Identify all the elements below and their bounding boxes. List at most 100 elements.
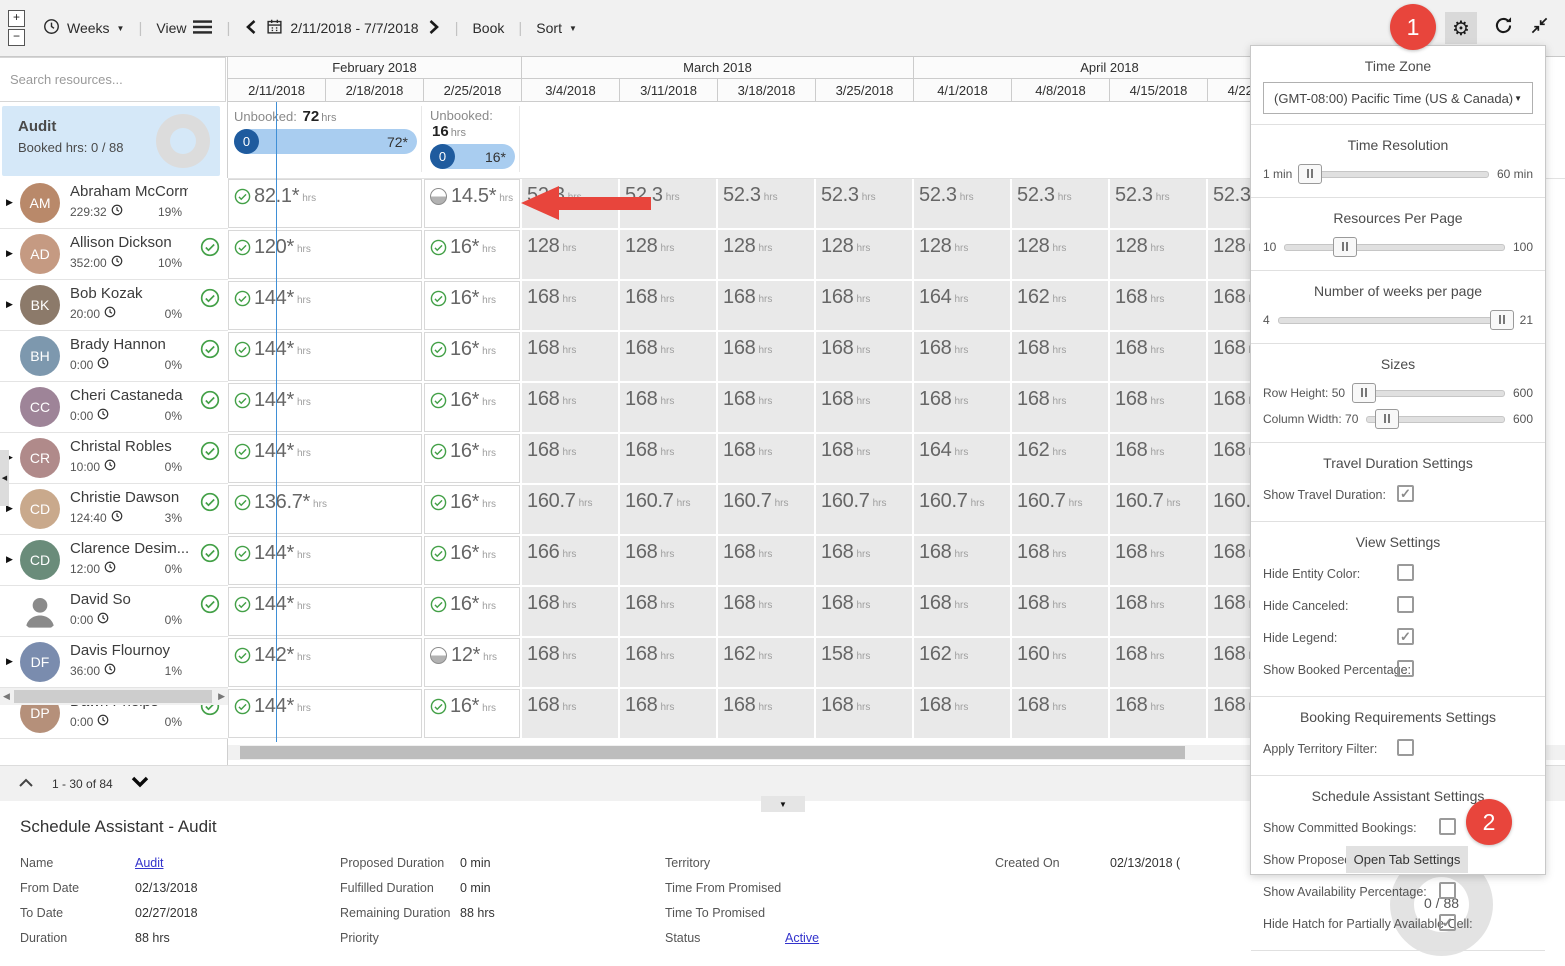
- availability-cell[interactable]: 168hrs: [620, 689, 716, 738]
- search-range-cell[interactable]: 144*hrs: [228, 587, 422, 636]
- availability-cell[interactable]: 160.7hrs: [522, 485, 618, 534]
- search-range-cell[interactable]: 16*hrs: [424, 536, 520, 585]
- availability-cell[interactable]: 168hrs: [1012, 587, 1108, 636]
- availability-cell[interactable]: 168hrs: [1110, 587, 1206, 636]
- sort-button[interactable]: Sort ▼: [532, 14, 581, 42]
- availability-cell[interactable]: 160hrs: [1012, 638, 1108, 687]
- checkbox[interactable]: [1439, 882, 1456, 899]
- availability-cell[interactable]: 168hrs: [1110, 332, 1206, 381]
- availability-cell[interactable]: 168hrs: [522, 383, 618, 432]
- search-range-cell[interactable]: 136.7*hrs: [228, 485, 422, 534]
- availability-cell[interactable]: 168hrs: [914, 383, 1010, 432]
- search-input[interactable]: [0, 57, 226, 102]
- scale-selector[interactable]: Weeks ▼: [39, 12, 128, 44]
- availability-cell[interactable]: 168hrs: [522, 434, 618, 483]
- availability-cell[interactable]: 168hrs: [1012, 536, 1108, 585]
- slider[interactable]: [1278, 317, 1512, 324]
- expand-arrow-icon[interactable]: ▶: [6, 554, 13, 565]
- availability-cell[interactable]: 162hrs: [1012, 434, 1108, 483]
- availability-cell[interactable]: 168hrs: [1110, 536, 1206, 585]
- search-range-cell[interactable]: 12*hrs: [424, 638, 520, 687]
- availability-cell[interactable]: 128hrs: [914, 230, 1010, 279]
- availability-cell[interactable]: 160.7hrs: [620, 485, 716, 534]
- open-tab-settings-button[interactable]: Open Tab Settings: [1346, 846, 1468, 873]
- availability-cell[interactable]: 168hrs: [816, 536, 912, 585]
- availability-cell[interactable]: 168hrs: [1110, 434, 1206, 483]
- search-range-cell[interactable]: 16*hrs: [424, 383, 520, 432]
- search-range-cell[interactable]: 14.5*hrs: [424, 179, 520, 228]
- availability-cell[interactable]: 168hrs: [620, 638, 716, 687]
- availability-cell[interactable]: 168hrs: [914, 332, 1010, 381]
- availability-cell[interactable]: 160.7hrs: [1012, 485, 1108, 534]
- checkbox[interactable]: [1397, 564, 1414, 581]
- unbooked-pill[interactable]: 072*: [234, 129, 417, 154]
- settings-gear-button[interactable]: ⚙: [1445, 12, 1477, 44]
- availability-cell[interactable]: 168hrs: [1110, 383, 1206, 432]
- availability-cell[interactable]: 160.7hrs: [718, 485, 814, 534]
- zoom-in-button[interactable]: +: [8, 10, 25, 27]
- availability-cell[interactable]: 128hrs: [522, 230, 618, 279]
- checkbox[interactable]: [1439, 818, 1456, 835]
- resource-row[interactable]: ▶CDChristie Dawson124:403%: [0, 484, 228, 535]
- availability-cell[interactable]: 168hrs: [718, 383, 814, 432]
- week-header-cell[interactable]: 4/8/2018: [1012, 79, 1110, 102]
- availability-cell[interactable]: 168hrs: [816, 383, 912, 432]
- availability-cell[interactable]: 168hrs: [522, 689, 618, 738]
- week-header-cell[interactable]: 2/18/2018: [326, 79, 424, 102]
- search-range-cell[interactable]: 16*hrs: [424, 230, 520, 279]
- availability-cell[interactable]: 168hrs: [816, 434, 912, 483]
- book-button[interactable]: Book: [468, 14, 508, 42]
- availability-cell[interactable]: 168hrs: [718, 536, 814, 585]
- slider[interactable]: [1353, 390, 1505, 397]
- availability-cell[interactable]: 52.3hrs: [1110, 179, 1206, 228]
- resource-row[interactable]: ▶CDClarence Desim...12:000%: [0, 535, 228, 586]
- availability-cell[interactable]: 168hrs: [816, 587, 912, 636]
- resource-row[interactable]: David So0:000%: [0, 586, 228, 637]
- availability-cell[interactable]: 168hrs: [620, 434, 716, 483]
- search-range-cell[interactable]: 144*hrs: [228, 536, 422, 585]
- expand-arrow-icon[interactable]: ▶: [6, 299, 13, 310]
- view-selector[interactable]: View: [152, 13, 216, 44]
- scrollbar-thumb[interactable]: [240, 746, 1185, 759]
- next-range-button[interactable]: [423, 13, 445, 44]
- slider[interactable]: [1284, 244, 1505, 251]
- availability-cell[interactable]: 168hrs: [816, 332, 912, 381]
- slider[interactable]: [1366, 416, 1505, 423]
- availability-cell[interactable]: 52.3hrs: [816, 179, 912, 228]
- search-range-cell[interactable]: 144*hrs: [228, 689, 422, 738]
- availability-cell[interactable]: 168hrs: [522, 638, 618, 687]
- availability-cell[interactable]: 168hrs: [718, 434, 814, 483]
- availability-cell[interactable]: 168hrs: [1012, 383, 1108, 432]
- search-range-cell[interactable]: 16*hrs: [424, 689, 520, 738]
- slider[interactable]: [1300, 171, 1489, 178]
- scroll-right-icon[interactable]: ▶: [218, 691, 225, 702]
- checkbox[interactable]: [1397, 596, 1414, 613]
- resource-row[interactable]: ▶AMAbraham McCormi...229:3219%: [0, 178, 228, 229]
- slider-handle[interactable]: [1333, 237, 1357, 257]
- collapse-left-panel-handle[interactable]: ◀: [0, 450, 9, 506]
- availability-cell[interactable]: 168hrs: [718, 689, 814, 738]
- availability-cell[interactable]: 168hrs: [620, 281, 716, 330]
- availability-cell[interactable]: 162hrs: [914, 638, 1010, 687]
- collapse-board-button[interactable]: [1530, 16, 1549, 40]
- sidebar-horizontal-scrollbar[interactable]: ◀ ▶: [0, 688, 228, 705]
- search-range-cell[interactable]: 144*hrs: [228, 383, 422, 432]
- search-range-cell[interactable]: 16*hrs: [424, 281, 520, 330]
- availability-cell[interactable]: 162hrs: [1012, 281, 1108, 330]
- availability-cell[interactable]: 160.7hrs: [1110, 485, 1206, 534]
- collapse-bottom-panel-handle[interactable]: ▼: [761, 796, 805, 812]
- availability-cell[interactable]: 164hrs: [914, 434, 1010, 483]
- search-range-cell[interactable]: 144*hrs: [228, 434, 422, 483]
- checkbox[interactable]: ✓: [1397, 628, 1414, 645]
- page-down-button[interactable]: [131, 775, 149, 793]
- search-range-cell[interactable]: 120*hrs: [228, 230, 422, 279]
- availability-cell[interactable]: 168hrs: [620, 587, 716, 636]
- availability-cell[interactable]: 128hrs: [1012, 230, 1108, 279]
- availability-cell[interactable]: 160.7hrs: [914, 485, 1010, 534]
- availability-cell[interactable]: 168hrs: [620, 383, 716, 432]
- availability-cell[interactable]: 168hrs: [522, 587, 618, 636]
- slider-handle[interactable]: [1352, 383, 1376, 403]
- availability-cell[interactable]: 168hrs: [1110, 689, 1206, 738]
- availability-cell[interactable]: 166hrs: [522, 536, 618, 585]
- availability-cell[interactable]: 168hrs: [1110, 281, 1206, 330]
